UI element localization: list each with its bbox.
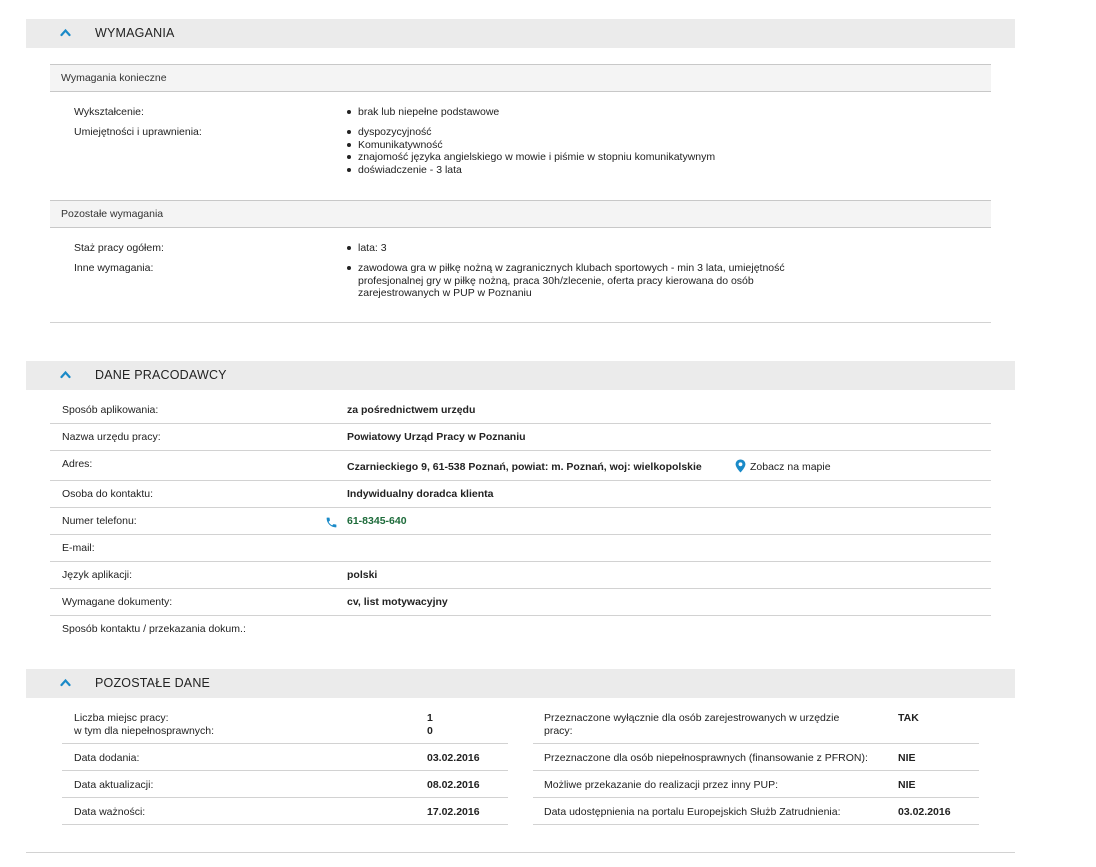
section-header-wymagania[interactable]: WYMAGANIA: [26, 19, 1015, 48]
divider: [50, 507, 991, 508]
divider: [62, 824, 508, 825]
field-label: Data aktualizacji:: [74, 779, 154, 791]
address-value: Czarnieckiego 9, 61-538 Poznań, powiat: …: [347, 461, 702, 473]
field-label: Możliwe przekazanie do realizacji przez …: [544, 779, 779, 791]
field-value-list: zawodowa gra w piłkę nożną w zagraniczny…: [347, 262, 807, 300]
field-label: Liczba miejsc pracy:: [74, 712, 169, 724]
field-label: w tym dla niepełnosprawnych:: [74, 725, 215, 737]
field-label: Numer telefonu:: [62, 515, 137, 527]
field-label: Nazwa urzędu pracy:: [62, 431, 161, 443]
divider: [26, 852, 1015, 853]
field-value: Indywidualny doradca klienta: [347, 488, 494, 500]
divider: [50, 450, 991, 451]
field-value-list: dyspozycyjność Komunikatywność znajomość…: [347, 126, 715, 176]
section-header-pozostale-dane[interactable]: POZOSTAŁE DANE: [26, 669, 1015, 698]
subsection-title: Wymagania konieczne: [61, 72, 167, 84]
field-value: Powiatowy Urząd Pracy w Poznaniu: [347, 431, 526, 443]
field-label: Inne wymagania:: [74, 262, 154, 274]
subsection-header-pozostale: Pozostałe wymagania: [50, 200, 991, 228]
field-label: Data udostępnienia na portalu Europejski…: [544, 806, 841, 818]
section-title: DANE PRACODAWCY: [95, 368, 227, 382]
field-label: Sposób kontaktu / przekazania dokum.:: [62, 623, 246, 635]
divider: [533, 824, 979, 825]
field-label: Staż pracy ogółem:: [74, 242, 164, 254]
divider: [50, 588, 991, 589]
phone-link[interactable]: 61-8345-640: [347, 515, 407, 528]
subsection-title: Pozostałe wymagania: [61, 208, 164, 220]
divider: [533, 797, 979, 798]
field-label: E-mail:: [62, 542, 95, 554]
map-pin-icon[interactable]: [735, 459, 746, 473]
phone-icon: [326, 517, 337, 528]
field-label: Data ważności:: [74, 806, 146, 818]
field-value: 08.02.2016: [427, 779, 480, 791]
divider: [50, 423, 991, 424]
list-item: Komunikatywność: [347, 139, 715, 152]
field-value: cv, list motywacyjny: [347, 596, 448, 608]
field-value-list: lata: 3: [347, 242, 387, 255]
field-label: Wykształcenie:: [74, 106, 144, 118]
field-label: Adres:: [62, 458, 93, 470]
subsection-header-konieczne: Wymagania konieczne: [50, 64, 991, 92]
field-value: 0: [427, 725, 433, 737]
map-link[interactable]: Zobacz na mapie: [750, 461, 831, 474]
list-item: znajomość języka angielskiego w mowie i …: [347, 151, 715, 164]
field-label: Przeznaczone dla osób niepełnosprawnych …: [544, 752, 868, 764]
section-title: WYMAGANIA: [95, 26, 175, 40]
chevron-up-icon[interactable]: [60, 27, 71, 38]
field-value: 1: [427, 712, 433, 724]
divider: [533, 743, 979, 744]
chevron-up-icon[interactable]: [60, 677, 71, 688]
divider: [50, 534, 991, 535]
field-label: Osoba do kontaktu:: [62, 488, 154, 500]
list-item: lata: 3: [347, 242, 387, 255]
list-item: zawodowa gra w piłkę nożną w zagraniczny…: [347, 262, 807, 300]
field-value: NIE: [898, 752, 916, 764]
divider: [50, 322, 991, 323]
list-item: doświadczenie - 3 lata: [347, 164, 715, 177]
divider: [50, 615, 991, 616]
field-label: Przeznaczone wyłącznie dla osób zarejest…: [544, 712, 840, 737]
field-value: 03.02.2016: [898, 806, 951, 818]
field-label: Umiejętności i uprawnienia:: [74, 126, 202, 138]
divider: [62, 797, 508, 798]
list-item: brak lub niepełne podstawowe: [347, 106, 499, 119]
field-value: za pośrednictwem urzędu: [347, 404, 476, 416]
divider: [50, 561, 991, 562]
field-label: Sposób aplikowania:: [62, 404, 159, 416]
field-value: NIE: [898, 779, 916, 791]
field-label: Język aplikacji:: [62, 569, 133, 581]
field-value: 03.02.2016: [427, 752, 480, 764]
field-value: polski: [347, 569, 378, 581]
chevron-up-icon[interactable]: [60, 369, 71, 380]
divider: [533, 770, 979, 771]
section-header-dane-pracodawcy[interactable]: DANE PRACODAWCY: [26, 361, 1015, 390]
field-label: Wymagane dokumenty:: [62, 596, 173, 608]
section-title: POZOSTAŁE DANE: [95, 676, 211, 690]
field-value-list: brak lub niepełne podstawowe: [347, 106, 499, 119]
divider: [62, 743, 508, 744]
field-value: TAK: [898, 712, 919, 724]
divider: [50, 480, 991, 481]
field-value: 17.02.2016: [427, 806, 480, 818]
list-item: dyspozycyjność: [347, 126, 715, 139]
field-label: Data dodania:: [74, 752, 140, 764]
divider: [62, 770, 508, 771]
